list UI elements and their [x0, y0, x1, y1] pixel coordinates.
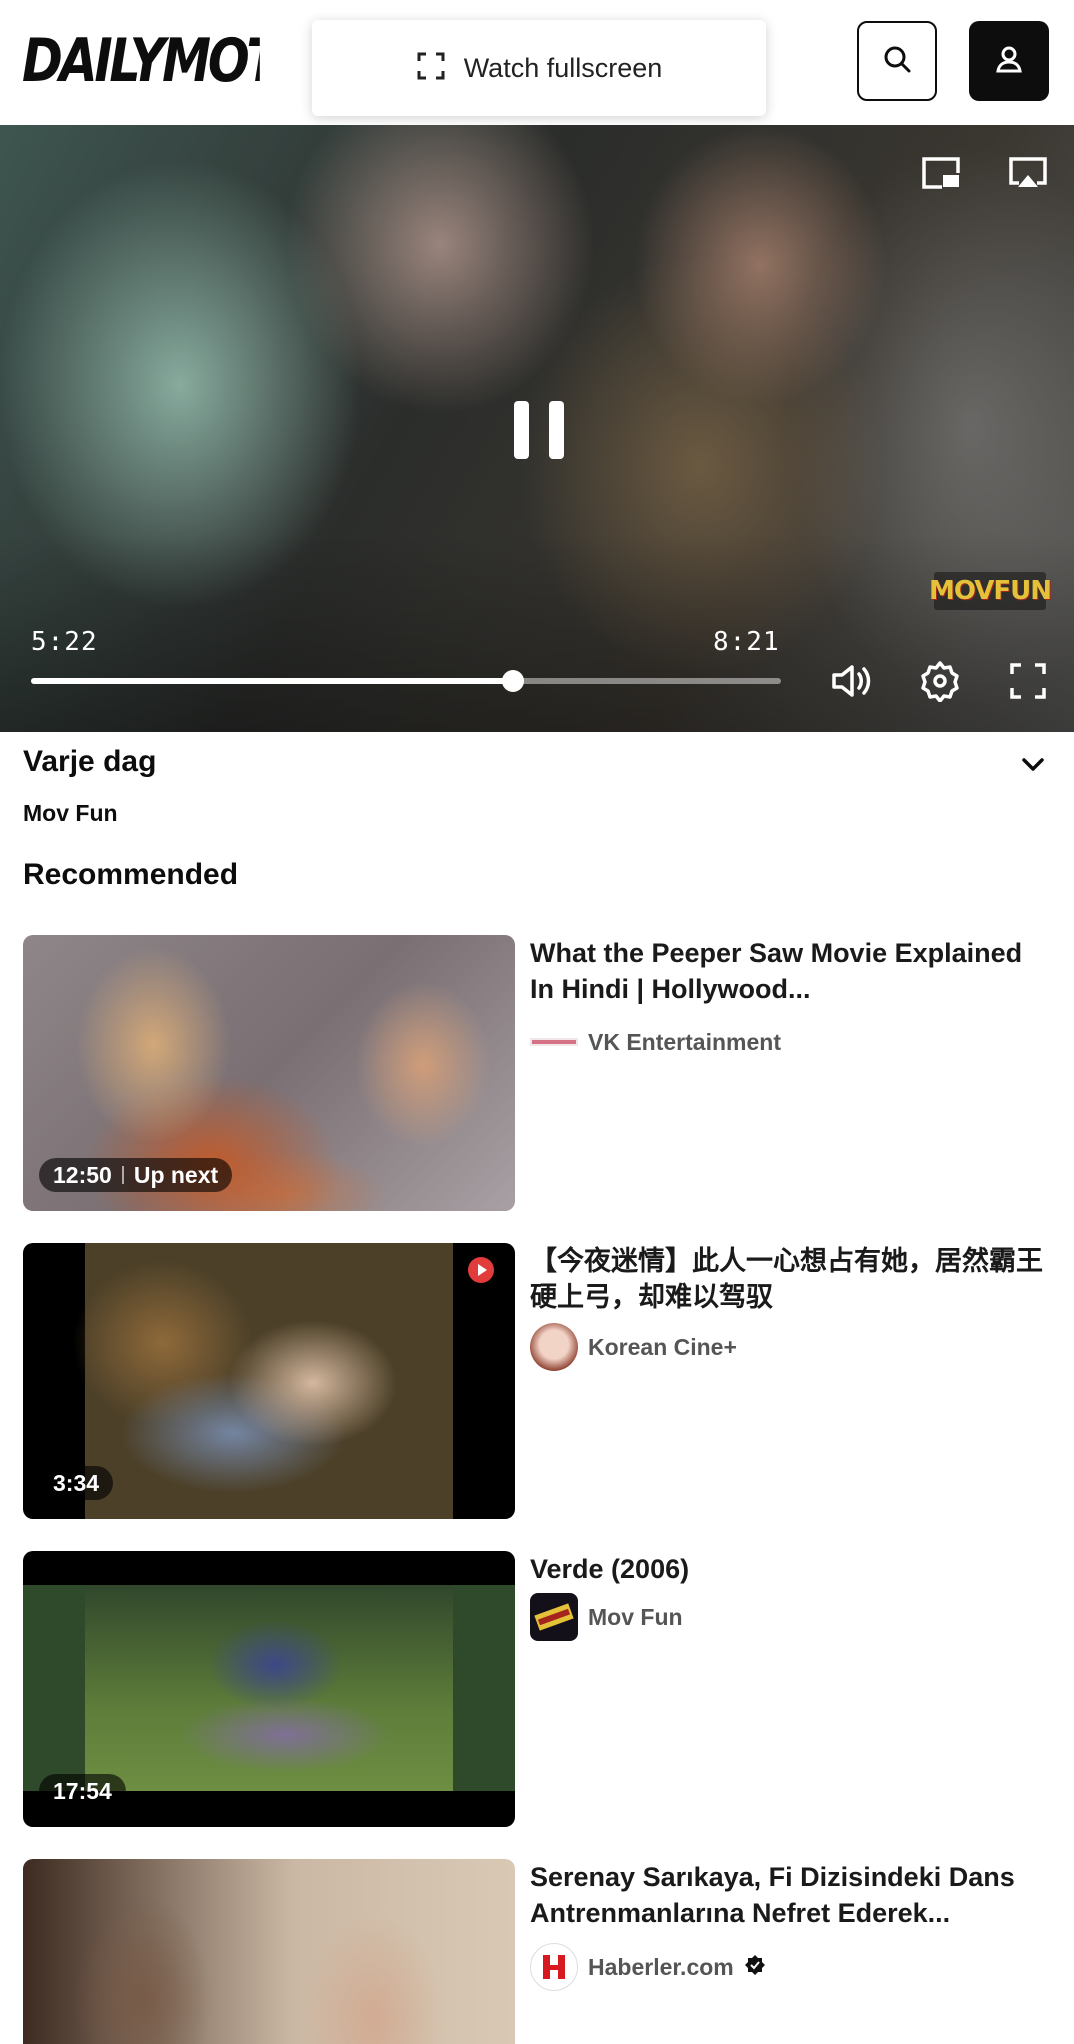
- settings-icon[interactable]: [917, 659, 963, 703]
- pause-icon-bar-left: [514, 401, 529, 459]
- video-card-title[interactable]: 【今夜迷情】此人一心想占有她，居然霸王硬上弓，却难以驾驭: [530, 1243, 1050, 1315]
- channel-name: VK Entertainment: [588, 1028, 781, 1055]
- duration-badge: 17:54: [39, 1774, 126, 1808]
- verified-badge-icon: [744, 1954, 766, 1981]
- dailymotion-logo[interactable]: DAILYMOTION: [22, 26, 260, 96]
- video-title: Varje dag: [23, 745, 157, 778]
- list-item[interactable]: 12:50 Up next What the Peeper Saw Movie …: [23, 935, 1053, 1211]
- channel-name: Korean Cine+: [588, 1333, 737, 1360]
- video-thumbnail[interactable]: 17:54: [23, 1551, 515, 1827]
- channel-row[interactable]: Haberler.com: [530, 1943, 766, 1991]
- channel-avatar: [530, 1018, 578, 1066]
- channel-watermark: MOVFUN: [929, 572, 1052, 610]
- video-channel-link[interactable]: Mov Fun: [23, 800, 118, 827]
- video-card-title[interactable]: Serenay Sarıkaya, Fi Dizisindeki Dans An…: [530, 1859, 1050, 1931]
- picture-in-picture-icon[interactable]: [918, 153, 964, 193]
- video-player[interactable]: MOVFUN 5:22 8:21: [0, 125, 1074, 732]
- progress-bar[interactable]: [31, 670, 781, 692]
- recommended-heading: Recommended: [23, 858, 239, 891]
- airplay-icon[interactable]: [1005, 153, 1051, 193]
- search-icon: [881, 43, 913, 80]
- channel-row[interactable]: Korean Cine+: [530, 1323, 737, 1371]
- duration-text: 12:50: [53, 1161, 112, 1188]
- search-button[interactable]: [857, 21, 937, 101]
- channel-avatar: [530, 1593, 578, 1641]
- top-header: DAILYMOTION Watch fullscreen: [0, 0, 1074, 125]
- channel-row[interactable]: Mov Fun: [530, 1593, 683, 1641]
- account-button[interactable]: [969, 21, 1049, 101]
- channel-name: Mov Fun: [588, 1603, 683, 1630]
- pause-button[interactable]: [514, 401, 564, 459]
- duration-badge: 3:34: [39, 1466, 114, 1500]
- list-item[interactable]: 17:54 Verde (2006) Mov Fun: [23, 1551, 1053, 1827]
- channel-avatar: [530, 1943, 578, 1991]
- user-icon: [993, 43, 1025, 80]
- duration-text: 17:54: [53, 1777, 112, 1804]
- fullscreen-icon: [416, 51, 446, 86]
- channel-row[interactable]: VK Entertainment: [530, 1018, 781, 1066]
- duration: 8:21: [713, 627, 780, 657]
- progress-fill: [31, 678, 514, 684]
- fullscreen-toggle-icon[interactable]: [1005, 659, 1051, 703]
- duration-badge: 12:50 Up next: [39, 1158, 233, 1192]
- watch-fullscreen-label: Watch fullscreen: [463, 52, 663, 83]
- video-thumbnail[interactable]: 3:34: [23, 1243, 515, 1519]
- watch-fullscreen-button[interactable]: Watch fullscreen: [312, 20, 766, 116]
- duration-text: 3:34: [53, 1469, 100, 1496]
- chevron-down-icon[interactable]: [1018, 752, 1048, 781]
- video-thumbnail[interactable]: [23, 1859, 515, 2044]
- video-thumbnail[interactable]: 12:50 Up next: [23, 935, 515, 1211]
- volume-icon[interactable]: [828, 659, 876, 703]
- pause-icon-bar-right: [549, 401, 564, 459]
- up-next-label: Up next: [133, 1161, 219, 1188]
- play-logo-icon: [468, 1257, 494, 1283]
- badge-divider: [121, 1166, 124, 1184]
- current-time: 5:22: [31, 627, 98, 657]
- video-card-title[interactable]: Verde (2006): [530, 1551, 1050, 1587]
- channel-avatar: [530, 1323, 578, 1371]
- list-item[interactable]: Serenay Sarıkaya, Fi Dizisindeki Dans An…: [23, 1859, 1053, 2044]
- thumbnail-image: [85, 1585, 453, 1791]
- list-item[interactable]: 3:34 【今夜迷情】此人一心想占有她，居然霸王硬上弓，却难以驾驭 Korean…: [23, 1243, 1053, 1519]
- channel-name: Haberler.com: [588, 1953, 734, 1980]
- video-card-title[interactable]: What the Peeper Saw Movie Explained In H…: [530, 935, 1050, 1007]
- player-shade: [0, 532, 1074, 732]
